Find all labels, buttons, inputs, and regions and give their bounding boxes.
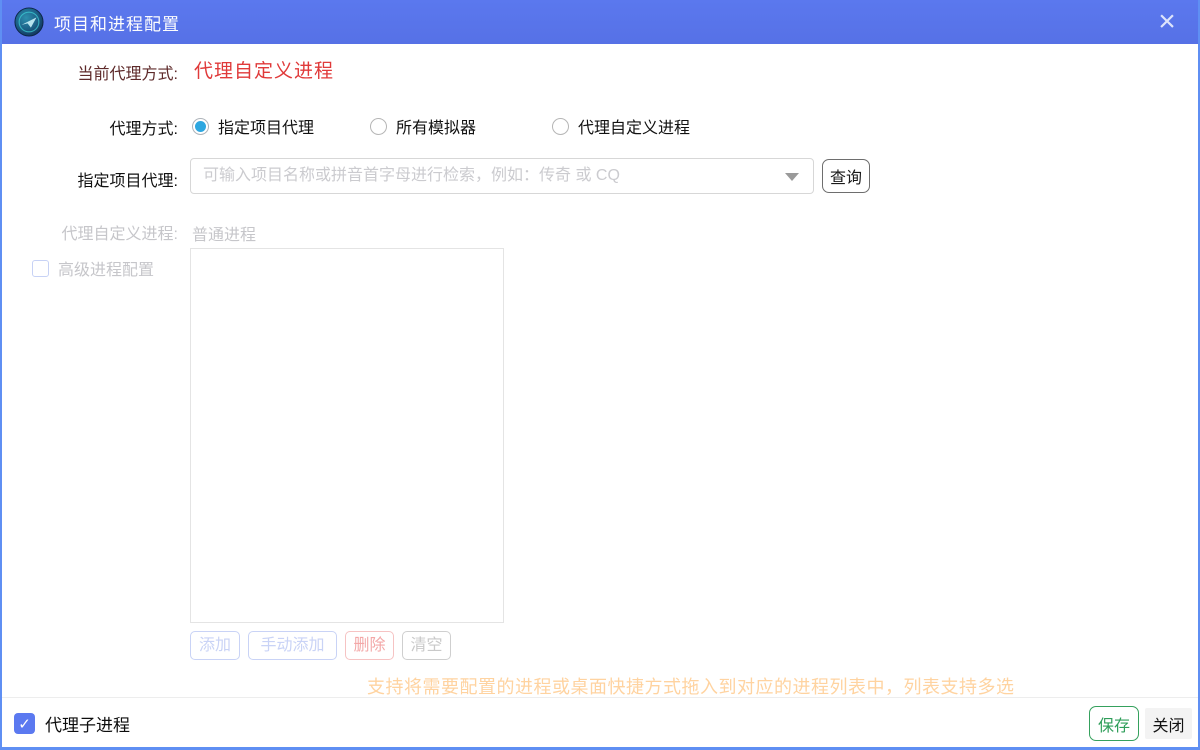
dialog-window: 项目和进程配置 × 当前代理方式: 代理自定义进程 代理方式: 指定项目代理 所… [0,0,1200,750]
delete-button[interactable]: 删除 [345,631,394,660]
app-logo-icon [14,7,44,37]
query-button[interactable]: 查询 [822,159,870,193]
radio-circle-icon [552,117,569,135]
radio-label: 所有模拟器 [396,120,477,137]
radio-label: 代理自定义进程 [578,120,691,137]
checkbox-box-icon [32,259,49,277]
custom-process-type-value: 普通进程 [192,227,257,244]
radio-all-emulators[interactable]: 所有模拟器 [370,114,476,138]
footer-divider [2,697,1198,698]
process-list[interactable] [190,248,504,623]
proxy-mode-label: 代理方式: [109,121,178,138]
radio-specified-project-proxy[interactable]: 指定项目代理 [192,114,314,138]
clear-button[interactable]: 清空 [402,631,451,660]
project-proxy-input[interactable] [191,159,813,193]
title-bar: 项目和进程配置 × [2,0,1198,44]
checkbox-label: 代理子进程 [45,716,130,735]
radio-circle-icon [192,117,209,135]
close-window-icon[interactable]: × [1150,7,1184,37]
advanced-process-config-checkbox[interactable]: 高级进程配置 [32,256,154,280]
project-proxy-label: 指定项目代理: [77,173,178,190]
project-proxy-combobox [190,158,814,194]
current-mode-label: 当前代理方式: [77,66,178,83]
save-button[interactable]: 保存 [1089,706,1139,741]
window-title: 项目和进程配置 [54,14,180,34]
add-button[interactable]: 添加 [190,631,240,660]
checkbox-check-icon: ✓ [14,713,35,734]
checkbox-label: 高级进程配置 [58,262,155,279]
custom-process-label: 代理自定义进程: [61,226,178,243]
drag-drop-hint: 支持将需要配置的进程或桌面快捷方式拖入到对应的进程列表中，列表支持多选 [367,677,1015,697]
radio-circle-icon [370,117,387,135]
radio-label: 指定项目代理 [218,120,315,137]
radio-custom-process-proxy[interactable]: 代理自定义进程 [552,114,690,138]
proxy-child-process-checkbox[interactable]: ✓ 代理子进程 [14,711,130,736]
combobox-dropdown-arrow-icon[interactable] [785,173,799,181]
manual-add-button[interactable]: 手动添加 [248,631,337,660]
close-button[interactable]: 关闭 [1145,708,1192,739]
current-mode-value: 代理自定义进程 [194,61,335,82]
